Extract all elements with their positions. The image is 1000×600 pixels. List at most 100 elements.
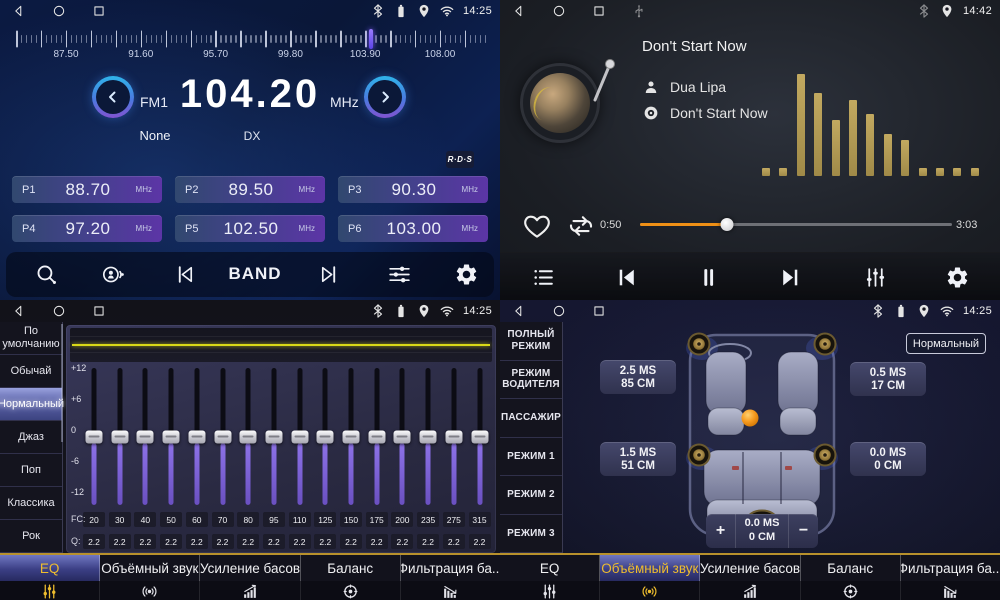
tab-bass-icon[interactable] xyxy=(200,581,300,600)
eq-settings-icon[interactable] xyxy=(377,256,421,292)
recents-icon[interactable] xyxy=(592,304,606,318)
delay-front-left-button[interactable]: 2.5 MS 85 CM xyxy=(600,360,676,394)
preset-p6[interactable]: P6103.00MHz xyxy=(338,215,488,242)
eq-slider-handle[interactable] xyxy=(137,430,154,443)
tab-eq-icon[interactable] xyxy=(0,581,100,600)
seek-next-icon[interactable] xyxy=(306,256,350,292)
repeat-icon[interactable] xyxy=(566,211,596,241)
eq-slider-handle[interactable] xyxy=(188,430,205,443)
back-icon[interactable] xyxy=(512,4,526,18)
tab-surround-icon[interactable] xyxy=(600,581,700,600)
delay-rear-left-button[interactable]: 1.5 MS 51 CM xyxy=(600,442,676,476)
delay-plus-button[interactable]: + xyxy=(706,514,735,548)
eq-slider-handle[interactable] xyxy=(394,430,411,443)
eq-slider-handle[interactable] xyxy=(471,430,488,443)
eq-slider-handle[interactable] xyxy=(265,430,282,443)
eq-slider-handle[interactable] xyxy=(343,430,360,443)
recents-icon[interactable] xyxy=(92,304,106,318)
home-icon[interactable] xyxy=(552,304,566,318)
eq-slider-handle[interactable] xyxy=(291,430,308,443)
band-button[interactable]: BAND xyxy=(220,256,290,292)
dx-mode-indicator[interactable]: DX xyxy=(244,129,261,143)
recents-icon[interactable] xyxy=(92,4,106,18)
tab-balance[interactable]: Баланс xyxy=(801,555,901,581)
album-art[interactable] xyxy=(520,63,600,143)
eq-preset-item-1[interactable]: Обычай xyxy=(0,355,62,388)
preset-p1[interactable]: P188.70MHz xyxy=(12,176,162,203)
home-icon[interactable] xyxy=(52,304,66,318)
preset-p3[interactable]: P390.30MHz xyxy=(338,176,488,203)
eq-preset-item-2[interactable]: Нормальный xyxy=(0,388,62,421)
listening-mode-2[interactable]: ПАССАЖИР xyxy=(500,399,562,438)
eq-slider-handle[interactable] xyxy=(163,430,180,443)
tune-up-button[interactable] xyxy=(364,76,406,118)
pause-icon[interactable] xyxy=(686,259,730,295)
home-icon[interactable] xyxy=(52,4,66,18)
tab-bass-icon[interactable] xyxy=(700,581,800,600)
tab-bass[interactable]: Усиление басов xyxy=(200,555,300,581)
seek-handle[interactable] xyxy=(721,218,734,231)
eq-preset-item-6[interactable]: Рок xyxy=(0,520,62,553)
settings-gear-icon[interactable] xyxy=(935,259,979,295)
preset-p4[interactable]: P497.20MHz xyxy=(12,215,162,242)
delay-front-right-button[interactable]: 0.5 MS 17 CM xyxy=(850,362,926,396)
tab-balance-icon[interactable] xyxy=(801,581,901,600)
delay-minus-button[interactable]: − xyxy=(789,514,818,548)
tab-eq[interactable]: EQ xyxy=(0,555,100,581)
previous-track-icon[interactable] xyxy=(604,259,648,295)
settings-gear-icon[interactable] xyxy=(444,256,488,292)
eq-slider-handle[interactable] xyxy=(317,430,334,443)
seek-previous-icon[interactable] xyxy=(163,256,207,292)
playlist-icon[interactable] xyxy=(521,259,565,295)
spectrum-bar xyxy=(936,168,944,176)
preset-p5[interactable]: P5102.50MHz xyxy=(175,215,325,242)
tab-filter[interactable]: Фильтрация ба... xyxy=(901,555,1000,581)
listening-mode-1[interactable]: РЕЖИМ ВОДИТЕЛЯ xyxy=(500,361,562,400)
favorite-heart-icon[interactable] xyxy=(522,211,552,241)
eq-slider-handle[interactable] xyxy=(214,430,231,443)
tab-eq[interactable]: EQ xyxy=(500,555,600,581)
tab-balance-icon[interactable] xyxy=(301,581,401,600)
scan-search-icon[interactable] xyxy=(24,256,68,292)
eq-slider-handle[interactable] xyxy=(86,430,103,443)
eq-preset-item-5[interactable]: Классика xyxy=(0,487,62,520)
listening-mode-5[interactable]: РЕЖИМ 3 xyxy=(500,515,562,554)
tab-surround[interactable]: Объёмный звук xyxy=(600,555,700,581)
tab-surround[interactable]: Объёмный звук xyxy=(100,555,200,581)
eq-slider-handle[interactable] xyxy=(368,430,385,443)
tab-eq-icon[interactable] xyxy=(500,581,600,600)
eq-preset-item-3[interactable]: Джаз xyxy=(0,421,62,454)
tab-bass[interactable]: Усиление басов xyxy=(700,555,800,581)
tab-filter-icon[interactable] xyxy=(401,581,500,600)
tab-balance[interactable]: Баланс xyxy=(301,555,401,581)
eq-preset-item-0[interactable]: По умолчанию xyxy=(0,322,62,355)
eq-slider-handle[interactable] xyxy=(240,430,257,443)
next-track-icon[interactable] xyxy=(768,259,812,295)
frequency-dial[interactable] xyxy=(0,28,500,50)
listening-mode-4[interactable]: РЕЖИМ 2 xyxy=(500,476,562,515)
eq-slider-handle[interactable] xyxy=(420,430,437,443)
eq-slider-handle[interactable] xyxy=(445,430,462,443)
eq-slider-handle[interactable] xyxy=(111,430,128,443)
recents-icon[interactable] xyxy=(592,4,606,18)
back-icon[interactable] xyxy=(512,304,526,318)
listener-position-marker[interactable] xyxy=(742,410,759,427)
tab-filter-icon[interactable] xyxy=(901,581,1000,600)
listening-mode-0[interactable]: ПОЛНЫЙ РЕЖИМ xyxy=(500,322,562,361)
preset-p2[interactable]: P289.50MHz xyxy=(175,176,325,203)
delay-rear-right-button[interactable]: 0.0 MS 0 CM xyxy=(850,442,926,476)
seek-bar[interactable] xyxy=(640,223,952,226)
dial-tick xyxy=(220,35,222,43)
back-icon[interactable] xyxy=(12,304,26,318)
sound-profile-button[interactable]: Нормальный xyxy=(906,333,986,354)
back-icon[interactable] xyxy=(12,4,26,18)
dial-pointer[interactable] xyxy=(369,29,373,49)
equalizer-icon[interactable] xyxy=(853,259,897,295)
tab-filter[interactable]: Фильтрация ба... xyxy=(401,555,500,581)
listening-mode-3[interactable]: РЕЖИМ 1 xyxy=(500,438,562,477)
tab-surround-icon[interactable] xyxy=(100,581,200,600)
home-icon[interactable] xyxy=(552,4,566,18)
eq-preset-item-4[interactable]: Поп xyxy=(0,454,62,487)
dps-announcer-icon[interactable] xyxy=(91,256,135,292)
eq-slider-fill xyxy=(451,443,456,506)
